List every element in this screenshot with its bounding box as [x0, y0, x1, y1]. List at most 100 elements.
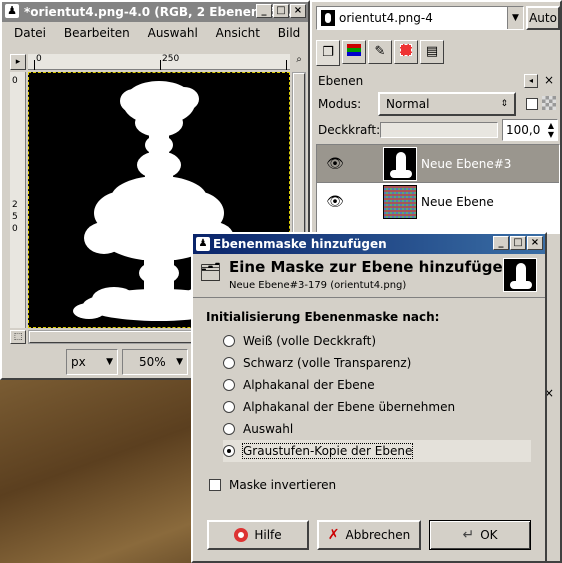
dialog-titlebar[interactable]: ♟ Ebenenmaske hinzufügen _ □ × [193, 234, 545, 254]
option-alpha-label: Alphakanal der Ebene [243, 378, 375, 392]
zoom-select[interactable]: 50% ▼ [122, 349, 188, 375]
image-selector-value: orientut4.png-4 [339, 11, 433, 25]
init-options: Weiß (volle Deckkraft) Schwarz (volle Tr… [223, 330, 531, 462]
help-button[interactable]: Hilfe [207, 520, 309, 550]
mode-label: Modus: [318, 97, 362, 111]
mode-select[interactable]: Normal ⇕ [378, 92, 516, 116]
opacity-value: 100,0 [506, 123, 541, 137]
radio-black[interactable] [223, 357, 235, 369]
updown-arrow-icon: ⇕ [500, 99, 508, 109]
layer-row[interactable]: 👁 Neue Ebene#3 [317, 145, 559, 183]
option-white[interactable]: Weiß (volle Deckkraft) [223, 330, 531, 352]
mode-value: Normal [386, 97, 430, 111]
ok-check-icon: ↵ [462, 527, 475, 543]
image-thumbnail-icon [321, 10, 335, 26]
ruler-corner-button[interactable]: ▸ [10, 54, 26, 70]
radio-transfer-alpha[interactable] [223, 401, 235, 413]
layer-name: Neue Ebene#3 [421, 156, 512, 171]
ruler-v-label-5: 5 [12, 212, 18, 222]
tab-undo-icon[interactable]: ▤ [420, 40, 444, 64]
opacity-spinbox[interactable]: 100,0 ▲ ▼ [502, 119, 558, 141]
image-selector[interactable]: orientut4.png-4 ▼ [316, 6, 524, 30]
unit-select[interactable]: px ▼ [66, 349, 118, 375]
init-section-label: Initialisierung Ebenenmaske nach: [206, 310, 440, 324]
cancel-button[interactable]: ✗ Abbrechen [317, 520, 421, 550]
layer-name: Neue Ebene [421, 195, 494, 209]
ruler-v-label-0: 0 [12, 76, 18, 86]
layers-panel-title: Ebenen [318, 74, 364, 88]
dialog-subheading: Neue Ebene#3-179 (orientut4.png) [229, 280, 407, 291]
invert-mask-checkbox[interactable] [209, 479, 221, 491]
option-white-label: Weiß (volle Deckkraft) [243, 334, 377, 348]
option-black[interactable]: Schwarz (volle Transparenz) [223, 352, 531, 374]
unit-value: px [71, 355, 86, 369]
menu-datei[interactable]: Datei [14, 26, 46, 40]
dialog-title: Ebenenmaske hinzufügen [213, 237, 387, 251]
option-alpha[interactable]: Alphakanal der Ebene [223, 374, 531, 396]
cancel-button-label: Abbrechen [345, 528, 411, 542]
dock-tabs: ❐ ✎ ▤ [316, 40, 556, 66]
layer-preview-thumbnail [503, 258, 537, 292]
opacity-label: Deckkraft: [318, 123, 381, 137]
invert-mask-label: Maske invertieren [229, 478, 337, 492]
zoom-value: 50% [139, 355, 166, 369]
tab-paths-icon[interactable]: ✎ [368, 40, 392, 64]
ruler-h-label-0: 0 [36, 54, 42, 64]
radio-grayscale-copy[interactable] [223, 445, 235, 457]
ok-button-label: OK [480, 528, 498, 542]
navigate-icon[interactable]: ⌕ [292, 54, 306, 70]
help-button-label: Hilfe [254, 528, 282, 542]
dropdown-arrow-icon: ▼ [507, 7, 523, 29]
opacity-slider-fill [381, 123, 497, 137]
panel-close-icon[interactable]: × [544, 73, 554, 87]
radio-alpha[interactable] [223, 379, 235, 391]
ruler-v-label-00: 0 [12, 224, 18, 234]
image-window-titlebar[interactable]: ♟ *orientut4.png-4.0 (RGB, 2 Ebenen) 5..… [2, 2, 308, 22]
menu-auswahl[interactable]: Auswahl [148, 26, 198, 40]
eye-icon[interactable]: 👁 [317, 156, 353, 172]
layer-mask-icon: 🗂 [199, 262, 222, 283]
auto-button-label: Auto [529, 11, 557, 25]
quickmask-toggle[interactable]: ⬚ [10, 330, 26, 344]
eye-icon[interactable]: 👁 [317, 194, 353, 210]
menu-bearbeiten[interactable]: Bearbeiten [64, 26, 130, 40]
cancel-x-icon: ✗ [327, 527, 340, 543]
vertical-ruler[interactable]: 0 2 5 0 [10, 72, 26, 328]
ok-button[interactable]: ↵ OK [429, 520, 531, 550]
maximize-button[interactable]: □ [273, 4, 289, 18]
radio-white[interactable] [223, 335, 235, 347]
menu-ansicht[interactable]: Ansicht [216, 26, 260, 40]
layer-thumbnail [383, 185, 417, 219]
keep-transparency-checkbox[interactable] [526, 98, 538, 110]
tab-layers-icon[interactable]: ❐ [316, 40, 340, 66]
layer-thumbnail [383, 146, 417, 181]
option-grayscale-copy[interactable]: Graustufen-Kopie der Ebene [223, 440, 531, 462]
panel-menu-icon[interactable]: ◂ [524, 74, 538, 88]
image-menubar: Datei Bearbeiten Auswahl Ansicht Bild Eb [2, 22, 308, 44]
spin-arrows-icon: ▲ ▼ [547, 121, 555, 139]
layer-list: 👁 Neue Ebene#3 👁 Neue Ebene [316, 144, 560, 234]
option-selection-label: Auswahl [243, 422, 294, 436]
close-button[interactable]: × [527, 236, 543, 250]
invert-mask-option[interactable]: Maske invertieren [209, 478, 336, 492]
lifebuoy-icon [234, 528, 249, 542]
close-button[interactable]: × [290, 4, 306, 18]
minimize-button[interactable]: _ [493, 236, 509, 250]
radio-selection[interactable] [223, 423, 235, 435]
opacity-slider[interactable] [380, 122, 498, 138]
layer-row[interactable]: 👁 Neue Ebene [317, 183, 559, 221]
tab-colormap-icon[interactable] [394, 40, 418, 64]
add-layer-mask-dialog: ♟ Ebenenmaske hinzufügen _ □ × 🗂 Eine Ma… [191, 232, 547, 563]
option-black-label: Schwarz (volle Transparenz) [243, 356, 412, 370]
maximize-button[interactable]: □ [510, 236, 526, 250]
minimize-button[interactable]: _ [256, 4, 272, 18]
ruler-v-label-2: 2 [12, 200, 18, 210]
option-grayscale-copy-label: Graustufen-Kopie der Ebene [241, 443, 414, 459]
tab-channels-icon[interactable] [342, 40, 366, 64]
option-transfer-alpha[interactable]: Alphakanal der Ebene übernehmen [223, 396, 531, 418]
image-window-title: *orientut4.png-4.0 (RGB, 2 Ebenen) 5... [24, 5, 292, 19]
horizontal-ruler[interactable]: 0 250 [28, 54, 290, 70]
menu-bild[interactable]: Bild [278, 26, 301, 40]
option-selection[interactable]: Auswahl [223, 418, 531, 440]
auto-button[interactable]: Auto [526, 6, 560, 30]
